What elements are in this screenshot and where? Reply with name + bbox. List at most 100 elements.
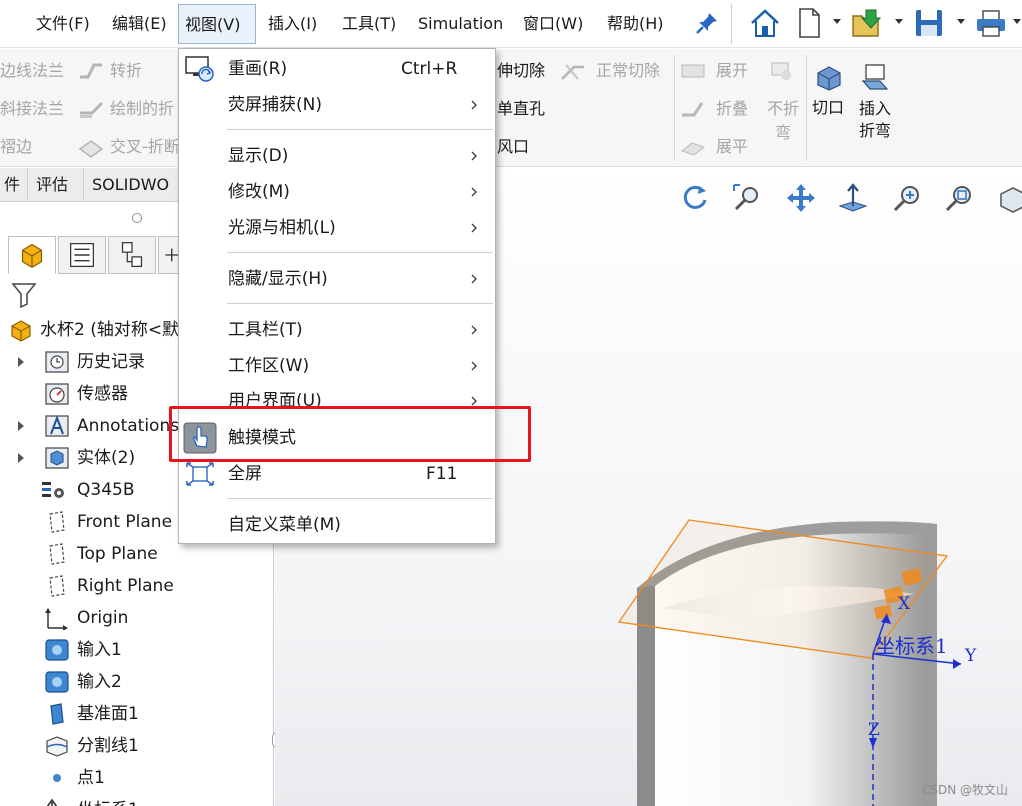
menu-window[interactable]: 窗口(W) [517,0,589,48]
pin-icon[interactable] [694,10,720,36]
submenu-arrow-icon [471,151,477,161]
ribbon-hem[interactable]: 褶边 [0,137,32,157]
menu-separator [227,252,493,253]
ribbon-sketched-bend[interactable]: 绘制的折 [110,99,174,119]
menu-view[interactable]: 视图(V) [178,4,256,44]
ribbon-insert-bends[interactable]: 插入折弯 [858,98,892,142]
ribbon-no-bends[interactable]: 不折弯 [766,97,800,145]
save-dropdown-icon[interactable] [956,16,966,26]
print-dropdown-icon[interactable] [1012,16,1022,26]
ribbon-normal-cut[interactable]: 正常切除 [596,61,660,81]
menu-item-toolbars[interactable]: 工具栏(T) [179,312,495,348]
tree-item-right-plane[interactable]: Right Plane [0,571,272,601]
redraw-icon [185,56,214,82]
point-icon [53,774,61,782]
ribbon-fold[interactable]: 折叠 [716,99,748,119]
tree-item-import2[interactable]: 输入2 [0,667,272,697]
submenu-arrow-icon [471,187,477,197]
ribbon-cross-break[interactable]: 交叉-折断 [110,137,180,157]
menu-tools[interactable]: 工具(T) [336,0,402,48]
menu-item-hide-show[interactable]: 隐藏/显示(H) [179,261,495,297]
fullscreen-icon [186,462,214,486]
tree-item-origin[interactable]: Origin [0,603,272,633]
ribbon-rip[interactable]: 切口 [812,98,844,118]
new-dropdown-icon[interactable] [832,16,842,26]
tab-sheet-metal[interactable]: 件 [0,168,28,202]
open-dropdown-icon[interactable] [894,16,904,26]
submenu-arrow-icon [471,396,477,406]
menu-item-label: 荧屏捕获(N) [228,95,322,115]
menu-help[interactable]: 帮助(H) [601,0,670,48]
menu-item-lights-cameras[interactable]: 光源与相机(L) [179,210,495,246]
part-icon [11,320,31,342]
print-icon[interactable] [974,6,1008,40]
open-folder-icon[interactable] [850,6,884,40]
history-folder-icon [45,351,69,373]
new-document-icon[interactable] [792,6,826,40]
save-icon[interactable] [912,6,946,40]
menu-item-modify[interactable]: 修改(M) [179,174,495,210]
ribbon-flatten[interactable]: 展平 [716,137,748,157]
tab-dimxpert-manager[interactable] [158,236,180,274]
ribbon-extruded-cut[interactable]: 伸切除 [497,61,545,81]
ribbon-vent[interactable]: 风口 [497,137,529,157]
configuration-manager-icon [121,242,143,267]
tree-item-label: Right Plane [77,576,174,596]
menu-separator [227,498,493,499]
menu-separator [227,303,493,304]
menu-item-label: 工作区(W) [228,356,310,376]
tab-configuration-manager[interactable] [108,236,156,274]
fold-icon [682,102,704,117]
menu-item-label: 显示(D) [228,146,289,166]
tab-solidworks-addins[interactable]: SOLIDWO [84,168,184,202]
menu-item-label: 工具栏(T) [228,320,303,340]
panel-collapse-handle[interactable] [132,213,142,223]
dimxpert-icon [165,248,179,262]
menu-item-display[interactable]: 显示(D) [179,138,495,174]
touch-mode-highlight-box [169,406,531,462]
menu-edit[interactable]: 编辑(E) [106,0,173,48]
tab-feature-manager[interactable] [8,236,56,274]
sensor-icon [45,383,69,405]
tree-item-label: Top Plane [77,544,158,564]
watermark: CSDN @牧文山 [921,783,1008,797]
tree-item-split-line1[interactable]: 分割线1 [0,731,272,761]
axis-z-label: Z [868,720,880,740]
menu-item-workspace[interactable]: 工作区(W) [179,348,495,384]
tree-item-label: 传感器 [77,384,128,404]
menu-separator [227,129,493,130]
tab-evaluate[interactable]: 评估 [28,168,84,202]
ribbon-edge-flange[interactable]: 边线法兰 [0,61,64,81]
tab-property-manager[interactable] [58,236,106,274]
expand-arrow-icon[interactable] [16,356,26,368]
expand-arrow-icon[interactable] [16,452,26,464]
tree-item-coordinate-system1[interactable]: 坐标系1 [0,795,272,806]
plane-icon [49,543,65,565]
submenu-arrow-icon [471,274,477,284]
property-manager-icon [70,243,94,267]
expand-arrow-icon[interactable] [16,420,26,432]
tree-item-point1[interactable]: 点1 [0,763,272,793]
home-icon[interactable] [748,6,782,40]
menu-simulation[interactable]: Simulation [412,0,509,48]
menu-insert[interactable]: 插入(I) [262,0,323,48]
menu-file[interactable]: 文件(F) [30,0,96,48]
tree-item-label: Q345B [77,480,135,500]
tree-item-plane1[interactable]: 基准面1 [0,699,272,729]
cross-break-icon [78,140,104,158]
split-line-icon [46,736,68,757]
ribbon-jog[interactable]: 转折 [110,61,142,81]
sketched-bend-icon [80,101,104,118]
tree-item-label: 输入2 [77,672,122,692]
menu-bar: 文件(F) 编辑(E) 视图(V) 插入(I) 工具(T) Simulation… [0,0,1022,48]
menu-item-customize-menu[interactable]: 自定义菜单(M) [179,507,495,543]
ribbon-unfold[interactable]: 展开 [716,61,748,81]
ribbon-simple-hole[interactable]: 单直孔 [497,99,545,119]
menu-item-screen-capture[interactable]: 荧屏捕获(N) [179,87,495,123]
tree-item-import1[interactable]: 输入1 [0,635,272,665]
menu-item-label: 隐藏/显示(H) [228,269,328,289]
ribbon-miter-flange[interactable]: 斜接法兰 [0,99,64,119]
filter-icon[interactable] [10,280,38,308]
submenu-arrow-icon [471,361,477,371]
menu-item-redraw[interactable]: 重画(R) Ctrl+R [179,51,495,87]
